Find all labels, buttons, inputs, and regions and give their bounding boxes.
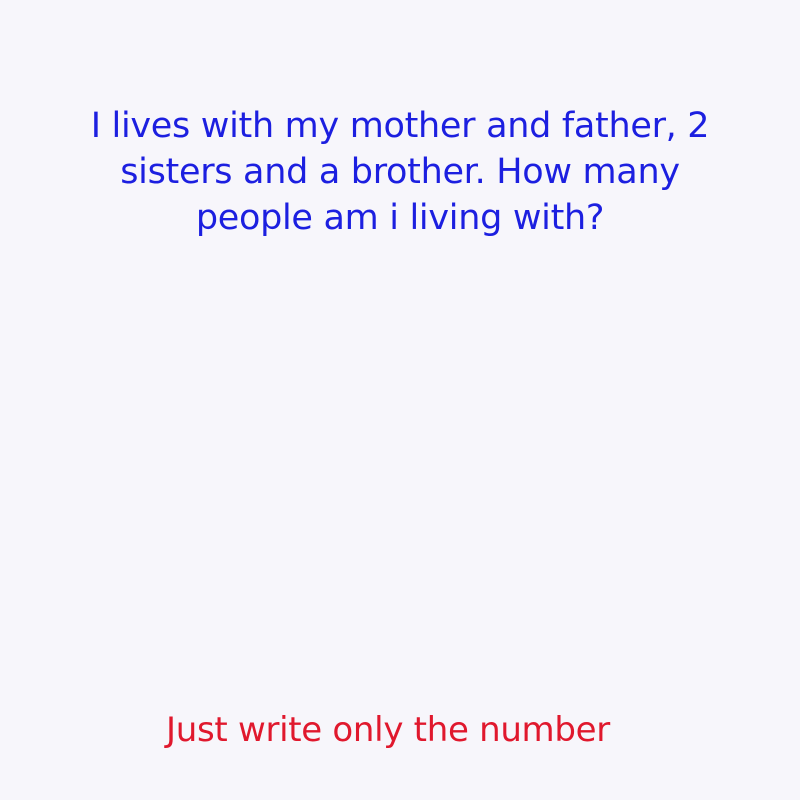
page-canvas: I lives with my mother and father, 2 sis… [0,0,800,800]
question-text: I lives with my mother and father, 2 sis… [90,106,710,238]
instruction-text: Just write only the number [166,710,610,750]
